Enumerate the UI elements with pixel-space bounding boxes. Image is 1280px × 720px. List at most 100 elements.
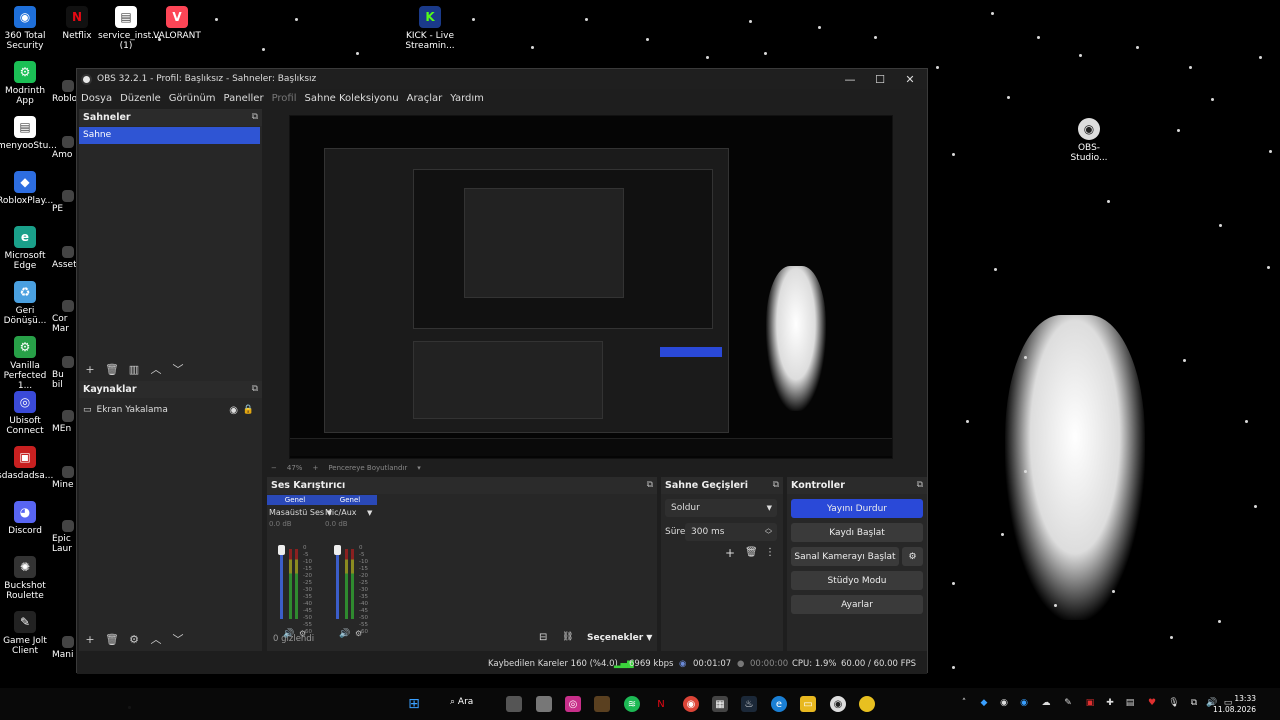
menu-profil[interactable]: Profil <box>272 93 297 104</box>
scene-item-sahne[interactable]: Sahne <box>79 127 260 144</box>
chevron-down-icon[interactable]: ▾ <box>417 464 421 472</box>
minimize-icon[interactable]: — <box>835 69 865 89</box>
link-icon[interactable]: ⛓ <box>562 632 573 642</box>
netflix-icon[interactable]: N <box>653 696 669 712</box>
desktop-icon-kick[interactable]: K KICK - Live Streamin... <box>402 6 458 51</box>
volume-fader-knob[interactable] <box>334 545 341 555</box>
chevron-up-icon[interactable]: ˄ <box>958 698 970 710</box>
stop-streaming-button[interactable]: Yayını Durdur <box>791 499 923 518</box>
undock-icon[interactable]: ⧉ <box>647 477 653 494</box>
add-icon[interactable]: + <box>79 363 101 376</box>
tray-icon[interactable]: ◆ <box>978 698 990 710</box>
gear-icon[interactable]: ⚙ <box>123 633 145 646</box>
desktop-icon-obs-studio[interactable]: ◉ OBS-Studio... <box>1061 118 1117 163</box>
close-icon[interactable]: ✕ <box>895 69 925 89</box>
tray-icon[interactable]: ▤ <box>1124 698 1136 710</box>
duration-input[interactable]: 300 ms ︿ ﹀ <box>685 523 777 541</box>
obs-taskbar-icon[interactable]: ◉ <box>830 696 846 712</box>
undock-icon[interactable]: ⧉ <box>917 477 923 494</box>
eye-icon[interactable]: ◉ <box>229 405 238 416</box>
tray-icon[interactable]: ◉ <box>998 698 1010 710</box>
settings-button[interactable]: Ayarlar <box>791 595 923 614</box>
start-virtual-camera-button[interactable]: Sanal Kamerayı Başlat <box>791 547 899 566</box>
undock-icon[interactable]: ⧉ <box>252 109 258 126</box>
app-icon[interactable] <box>859 696 875 712</box>
menu-paneller[interactable]: Paneller <box>224 93 264 104</box>
title-bar[interactable]: OBS 32.2.1 - Profil: Başlıksız - Sahnele… <box>77 69 927 89</box>
menu-araclar[interactable]: Araçlar <box>407 93 443 104</box>
chevron-down-icon[interactable]: ▼ <box>367 509 372 517</box>
tray-icon[interactable]: ✎ <box>1062 698 1074 710</box>
program-preview[interactable] <box>289 115 893 459</box>
add-icon[interactable]: + <box>725 546 735 560</box>
source-item-ekran-yakalama[interactable]: ▭ Ekran Yakalama ◉ 🔒 <box>83 403 258 417</box>
more-icon[interactable]: ⋮ <box>765 547 775 558</box>
channel-name[interactable]: Mic/Aux ▼ <box>323 508 413 517</box>
store-icon[interactable]: ▦ <box>712 696 728 712</box>
desktop-icon[interactable]: PE <box>46 190 76 214</box>
studio-mode-button[interactable]: Stüdyo Modu <box>791 571 923 590</box>
menu-yardim[interactable]: Yardım <box>450 93 484 104</box>
tray-icon[interactable]: ☁ <box>1040 698 1052 710</box>
microphone-icon[interactable]: 🎙 <box>1168 698 1180 710</box>
minecraft-icon[interactable] <box>594 696 610 712</box>
move-down-icon[interactable]: ﹀ <box>167 631 189 647</box>
trash-icon[interactable]: 🗑 <box>745 547 758 558</box>
chrome-icon[interactable]: ◉ <box>683 696 699 712</box>
desktop-icon[interactable]: Amo <box>46 136 76 160</box>
obs-window[interactable]: OBS 32.2.1 - Profil: Başlıksız - Sahnele… <box>76 68 928 674</box>
tray-icon[interactable]: ♥ <box>1146 698 1158 710</box>
tray-icon[interactable]: ✚ <box>1104 698 1116 710</box>
stepper-icon[interactable]: ︿ ﹀ <box>765 525 772 539</box>
mixer-layout-icon[interactable]: ⊟ <box>539 632 547 643</box>
desktop-icon-service-inst[interactable]: ▤ service_inst... (1) <box>98 6 160 51</box>
desktop-icon[interactable]: Mani <box>46 636 76 660</box>
maximize-icon[interactable]: ☐ <box>865 69 895 89</box>
move-up-icon[interactable]: ︿ <box>145 631 167 647</box>
tray-icon[interactable]: ◉ <box>1018 698 1030 710</box>
taskbar-search[interactable]: ⌕ Ara <box>450 697 473 707</box>
edge-icon[interactable]: e <box>771 696 787 712</box>
menu-dosya[interactable]: Dosya <box>81 93 112 104</box>
virtual-camera-settings-gear-icon[interactable]: ⚙ <box>902 547 923 566</box>
windows-start-icon[interactable]: ⊞ <box>406 696 422 712</box>
taskbar-clock[interactable]: 13:33 11.08.2026 <box>1213 693 1256 715</box>
add-icon[interactable]: + <box>79 633 101 646</box>
gear-icon[interactable]: ⚙ <box>355 629 362 638</box>
volume-fader[interactable] <box>280 549 283 619</box>
volume-fader[interactable] <box>336 549 339 619</box>
desktop-icon[interactable]: Mine <box>46 466 76 490</box>
desktop-icon[interactable]: Roblo <box>46 80 77 104</box>
fit-to-window-button[interactable]: Pencereye Boyutlandır <box>328 464 407 472</box>
instagram-icon[interactable]: ◎ <box>565 696 581 712</box>
zoom-out-icon[interactable]: − <box>271 464 277 472</box>
desktop-icon-valorant[interactable]: V VALORANT <box>149 6 205 41</box>
network-icon[interactable]: ⧉ <box>1188 698 1200 710</box>
task-view-icon[interactable] <box>506 696 522 712</box>
menu-duzenle[interactable]: Düzenle <box>120 93 161 104</box>
transition-select[interactable]: Soldur ▼ <box>665 499 777 517</box>
steam-icon[interactable]: ♨ <box>741 696 757 712</box>
desktop-icon[interactable]: Asset <box>46 246 77 270</box>
trash-icon[interactable]: 🗑 <box>101 633 123 646</box>
desktop-icon-netflix[interactable]: N Netflix <box>49 6 105 41</box>
file-explorer-icon[interactable]: ▭ <box>800 696 816 712</box>
spotify-icon[interactable]: ≋ <box>624 696 640 712</box>
move-down-icon[interactable]: ﹀ <box>167 361 189 377</box>
mixer-options-button[interactable]: Seçenekler ▼ <box>587 633 652 643</box>
menu-gorunum[interactable]: Görünüm <box>169 93 216 104</box>
volume-fader-knob[interactable] <box>278 545 285 555</box>
undock-icon[interactable]: ⧉ <box>252 381 258 398</box>
speaker-icon[interactable]: 🔊 <box>339 629 350 639</box>
tray-icon[interactable]: ▣ <box>1084 698 1096 710</box>
desktop-icon[interactable]: Cor Mar <box>46 300 76 334</box>
desktop-icon[interactable]: Epic Laur <box>46 520 76 554</box>
app-icon[interactable] <box>536 696 552 712</box>
move-up-icon[interactable]: ︿ <box>145 361 167 377</box>
desktop-icon[interactable]: ✺ Buckshot Roulette <box>0 556 53 601</box>
filter-icon[interactable]: ▥ <box>123 363 145 376</box>
start-recording-button[interactable]: Kaydı Başlat <box>791 523 923 542</box>
lock-icon[interactable]: 🔒 <box>243 405 254 415</box>
desktop-icon[interactable]: Bu bil <box>46 356 76 390</box>
menu-sahne-koleksiyonu[interactable]: Sahne Koleksiyonu <box>305 93 399 104</box>
